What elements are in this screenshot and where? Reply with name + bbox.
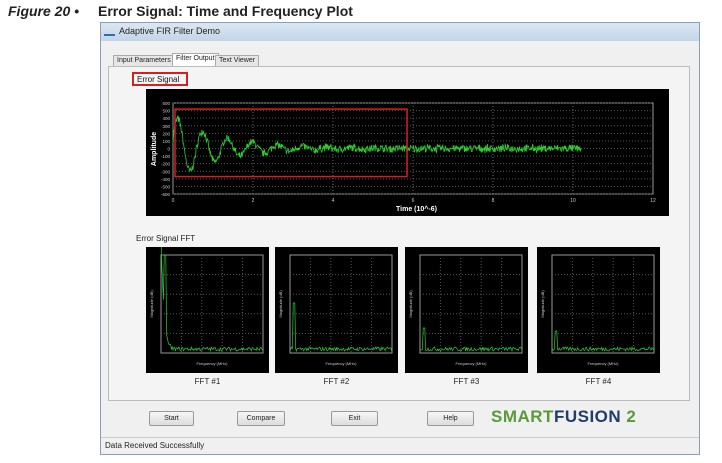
tab-filter-output[interactable]: Filter Output bbox=[172, 53, 219, 67]
status-bar: Data Received Successfully bbox=[101, 437, 699, 454]
y-tick-label: -300 bbox=[161, 169, 171, 174]
y-tick-label: 600 bbox=[162, 101, 170, 106]
fft-x-label: Frequency (MHz) bbox=[326, 361, 358, 366]
app-window: Adaptive FIR Filter Demo Input Parameter… bbox=[100, 22, 700, 455]
fft-caption-1: FFT #1 bbox=[194, 377, 221, 386]
x-tick-label: 8 bbox=[492, 198, 495, 204]
fft-plot-2: Frequency (MHz) Magnitude (dB) bbox=[275, 247, 398, 373]
fft-y-label: Magnitude (dB) bbox=[149, 290, 154, 318]
fft-section-label: Error Signal FFT bbox=[136, 234, 196, 243]
logo-text-2: 2 bbox=[626, 407, 637, 426]
y-tick-label: 200 bbox=[162, 131, 170, 136]
y-tick-label: 300 bbox=[162, 124, 170, 129]
fft-y-label: Magnitude (dB) bbox=[408, 290, 413, 318]
y-tick-label: -600 bbox=[161, 192, 171, 197]
logo-text: SMART bbox=[491, 407, 554, 426]
fft-background bbox=[275, 247, 398, 373]
x-tick-label: 12 bbox=[650, 198, 656, 204]
fft-y-label: Magnitude (dB) bbox=[540, 290, 545, 318]
error-signal-label: Error Signal bbox=[132, 72, 188, 86]
fft-background bbox=[537, 247, 660, 373]
y-tick-label: 100 bbox=[162, 139, 170, 144]
fft-caption-2: FFT #2 bbox=[323, 377, 350, 386]
y-tick-label: 500 bbox=[162, 109, 170, 114]
window-title: Adaptive FIR Filter Demo bbox=[119, 26, 221, 36]
x-tick-label: 4 bbox=[332, 198, 335, 204]
fft-y-label: Magnitude (dB) bbox=[278, 290, 283, 318]
start-button[interactable]: Start bbox=[149, 411, 194, 426]
fft-background bbox=[405, 247, 528, 373]
y-axis-label: Amplitude bbox=[151, 132, 158, 166]
x-tick-label: 2 bbox=[252, 198, 255, 204]
x-tick-label: 0 bbox=[172, 198, 175, 204]
y-tick-label: -400 bbox=[161, 177, 171, 182]
fft-plot-1: Frequency (MHz) Magnitude (dB) bbox=[146, 247, 269, 373]
fft-plot-3: Frequency (MHz) Magnitude (dB) bbox=[405, 247, 528, 373]
fft-caption-3: FFT #3 bbox=[453, 377, 480, 386]
x-tick-label: 6 bbox=[412, 198, 415, 204]
fft-x-label: Frequency (MHz) bbox=[197, 361, 229, 366]
smartfusion2-logo: SMARTFUSION 2 bbox=[491, 407, 636, 427]
error-signal-plot: 0 2 4 6 8 10 126005004003002001000-100-200-300… bbox=[146, 89, 669, 216]
x-tick-label: 10 bbox=[570, 198, 576, 204]
logo-text-fusion: FUSION bbox=[553, 407, 622, 426]
y-tick-label: -200 bbox=[161, 162, 171, 167]
fft-plot-4: Frequency (MHz) Magnitude (dB) bbox=[537, 247, 660, 373]
fft-x-label: Frequency (MHz) bbox=[588, 361, 620, 366]
compare-button[interactable]: Compare bbox=[237, 411, 285, 426]
exit-button[interactable]: Exit bbox=[331, 411, 378, 426]
figure-title: Error Signal: Time and Frequency Plot bbox=[98, 3, 353, 19]
x-axis-label: Time (10^-6) bbox=[396, 205, 437, 213]
app-icon bbox=[104, 27, 115, 36]
title-bar: Adaptive FIR Filter Demo bbox=[101, 23, 699, 41]
help-button[interactable]: Help bbox=[427, 411, 474, 426]
y-tick-label: -100 bbox=[161, 154, 171, 159]
fft-background bbox=[146, 247, 269, 373]
fft-caption-4: FFT #4 bbox=[585, 377, 612, 386]
fft-x-label: Frequency (MHz) bbox=[456, 361, 488, 366]
figure-number: Figure 20 • bbox=[8, 3, 80, 19]
y-tick-label: 400 bbox=[162, 116, 170, 121]
y-tick-label: -500 bbox=[161, 184, 171, 189]
